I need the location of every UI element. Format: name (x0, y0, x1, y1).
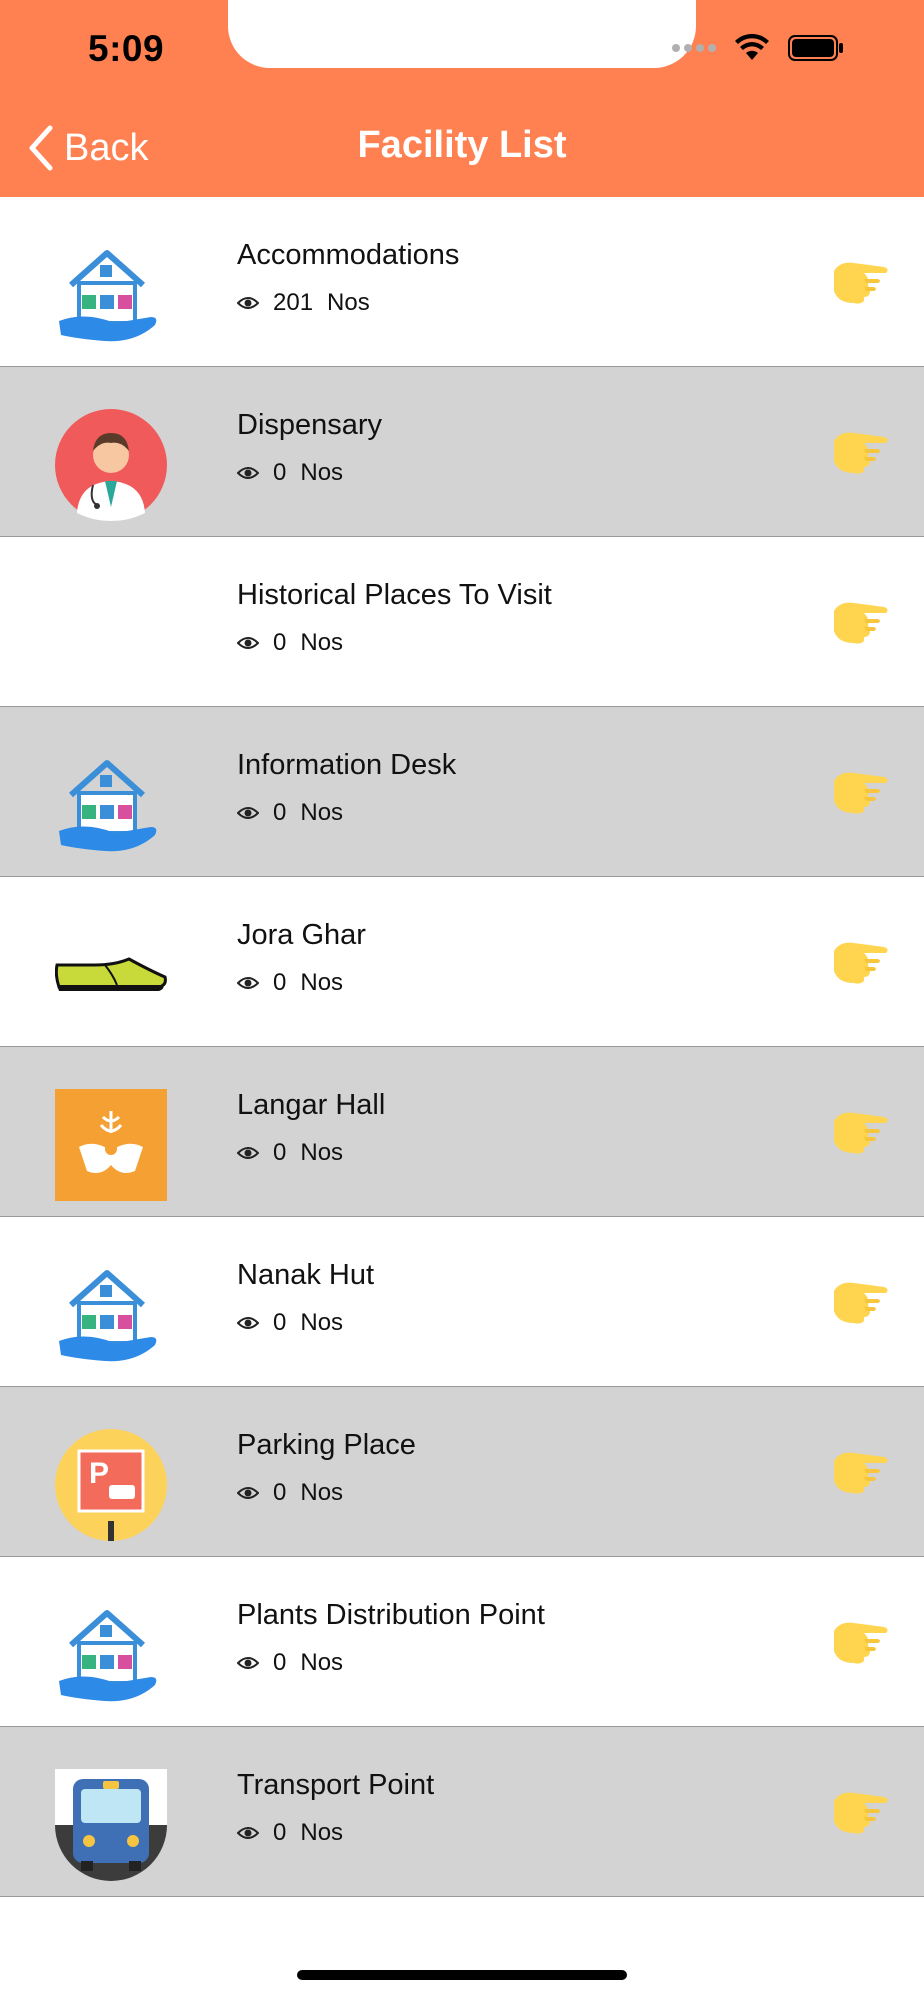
facility-name: Nanak Hut (237, 1259, 375, 1291)
facility-count: 0 Nos (236, 1649, 344, 1677)
langar-icon (55, 1089, 167, 1201)
facility-name: Dispensary (237, 409, 383, 441)
facility-count: 0 Nos (236, 1479, 344, 1507)
count-value: 0 (273, 799, 287, 826)
signal-icon (672, 44, 716, 52)
house-hand-icon (55, 1599, 167, 1711)
house-hand-icon (55, 239, 167, 351)
nav-header: 5:09 Back Facility List (0, 0, 924, 197)
facility-count: 0 Nos (236, 1139, 344, 1167)
bus-icon (55, 1769, 167, 1881)
facility-name: Accommodations (237, 239, 460, 271)
count-unit: Nos (300, 1479, 344, 1506)
count-unit: Nos (300, 1649, 344, 1676)
eye-icon (236, 629, 260, 657)
eye-icon (236, 1479, 260, 1507)
facility-name: Plants Distribution Point (237, 1599, 545, 1631)
pointing-hand-icon[interactable] (830, 1787, 892, 1837)
facility-row[interactable]: Transport Point 0 Nos (0, 1727, 924, 1897)
count-unit: Nos (300, 459, 344, 486)
count-value: 0 (273, 459, 287, 486)
pointing-hand-icon[interactable] (830, 1277, 892, 1327)
page-title: Facility List (357, 124, 567, 166)
facility-name: Information Desk (237, 749, 457, 781)
pointing-hand-icon[interactable] (830, 1617, 892, 1667)
count-unit: Nos (300, 1139, 344, 1166)
facility-row[interactable]: Langar Hall 0 Nos (0, 1047, 924, 1217)
shoe-icon (55, 919, 167, 1031)
count-unit: Nos (300, 799, 344, 826)
doctor-icon (55, 409, 167, 521)
house-hand-icon (55, 1259, 167, 1371)
eye-icon (236, 799, 260, 827)
facility-list: Accommodations 201 Nos Dispensary 0 Nos Hi… (0, 197, 924, 1897)
count-value: 201 (273, 289, 314, 316)
eye-icon (236, 1819, 260, 1847)
pointing-hand-icon[interactable] (830, 767, 892, 817)
count-value: 0 (273, 629, 287, 656)
eye-icon (236, 459, 260, 487)
facility-row[interactable]: Accommodations 201 Nos (0, 197, 924, 367)
facility-name: Jora Ghar (237, 919, 366, 951)
count-unit: Nos (300, 969, 344, 996)
count-unit: Nos (300, 1309, 344, 1336)
count-unit: Nos (327, 289, 370, 316)
pointing-hand-icon[interactable] (830, 937, 892, 987)
count-value: 0 (273, 1309, 287, 1336)
eye-icon (236, 1309, 260, 1337)
facility-row[interactable]: Nanak Hut 0 Nos (0, 1217, 924, 1387)
parking-icon: P (55, 1429, 167, 1541)
pointing-hand-icon[interactable] (830, 597, 892, 647)
home-indicator[interactable] (297, 1970, 627, 1980)
facility-count: 0 Nos (236, 1309, 344, 1337)
facility-count: 0 Nos (236, 799, 344, 827)
count-unit: Nos (300, 629, 344, 656)
facility-count: 201 Nos (236, 289, 370, 317)
status-time: 5:09 (88, 28, 165, 69)
pointing-hand-icon[interactable] (830, 1107, 892, 1157)
eye-icon (236, 1649, 260, 1677)
facility-count: 0 Nos (236, 459, 344, 487)
facility-row[interactable]: Plants Distribution Point 0 Nos (0, 1557, 924, 1727)
device-notch (228, 0, 696, 68)
facility-count: 0 Nos (236, 969, 344, 997)
pointing-hand-icon[interactable] (830, 1447, 892, 1497)
facility-row[interactable]: Information Desk 0 Nos (0, 707, 924, 877)
status-indicators (672, 34, 844, 62)
pointing-hand-icon[interactable] (830, 427, 892, 477)
eye-icon (236, 969, 260, 997)
facility-row[interactable]: P Parking Place 0 Nos (0, 1387, 924, 1557)
count-value: 0 (273, 1139, 287, 1166)
facility-count: 0 Nos (236, 1819, 344, 1847)
count-value: 0 (273, 1649, 287, 1676)
facility-row[interactable]: Historical Places To Visit 0 Nos (0, 537, 924, 707)
eye-icon (236, 289, 260, 317)
count-unit: Nos (300, 1819, 344, 1846)
facility-name: Langar Hall (237, 1089, 386, 1121)
battery-icon (788, 35, 843, 61)
facility-name: Parking Place (237, 1429, 416, 1461)
house-hand-icon (55, 749, 167, 861)
eye-icon (236, 1139, 260, 1167)
svg-text:P: P (89, 1457, 109, 1490)
pointing-hand-icon[interactable] (830, 257, 892, 307)
facility-count: 0 Nos (236, 629, 344, 657)
facility-name: Historical Places To Visit (237, 579, 552, 611)
count-value: 0 (273, 1479, 287, 1506)
facility-row[interactable]: Jora Ghar 0 Nos (0, 877, 924, 1047)
facility-row[interactable]: Dispensary 0 Nos (0, 367, 924, 537)
empty-thumbnail (55, 579, 167, 691)
facility-name: Transport Point (237, 1769, 435, 1801)
count-value: 0 (273, 1819, 287, 1846)
wifi-icon (735, 34, 769, 60)
count-value: 0 (273, 969, 287, 996)
